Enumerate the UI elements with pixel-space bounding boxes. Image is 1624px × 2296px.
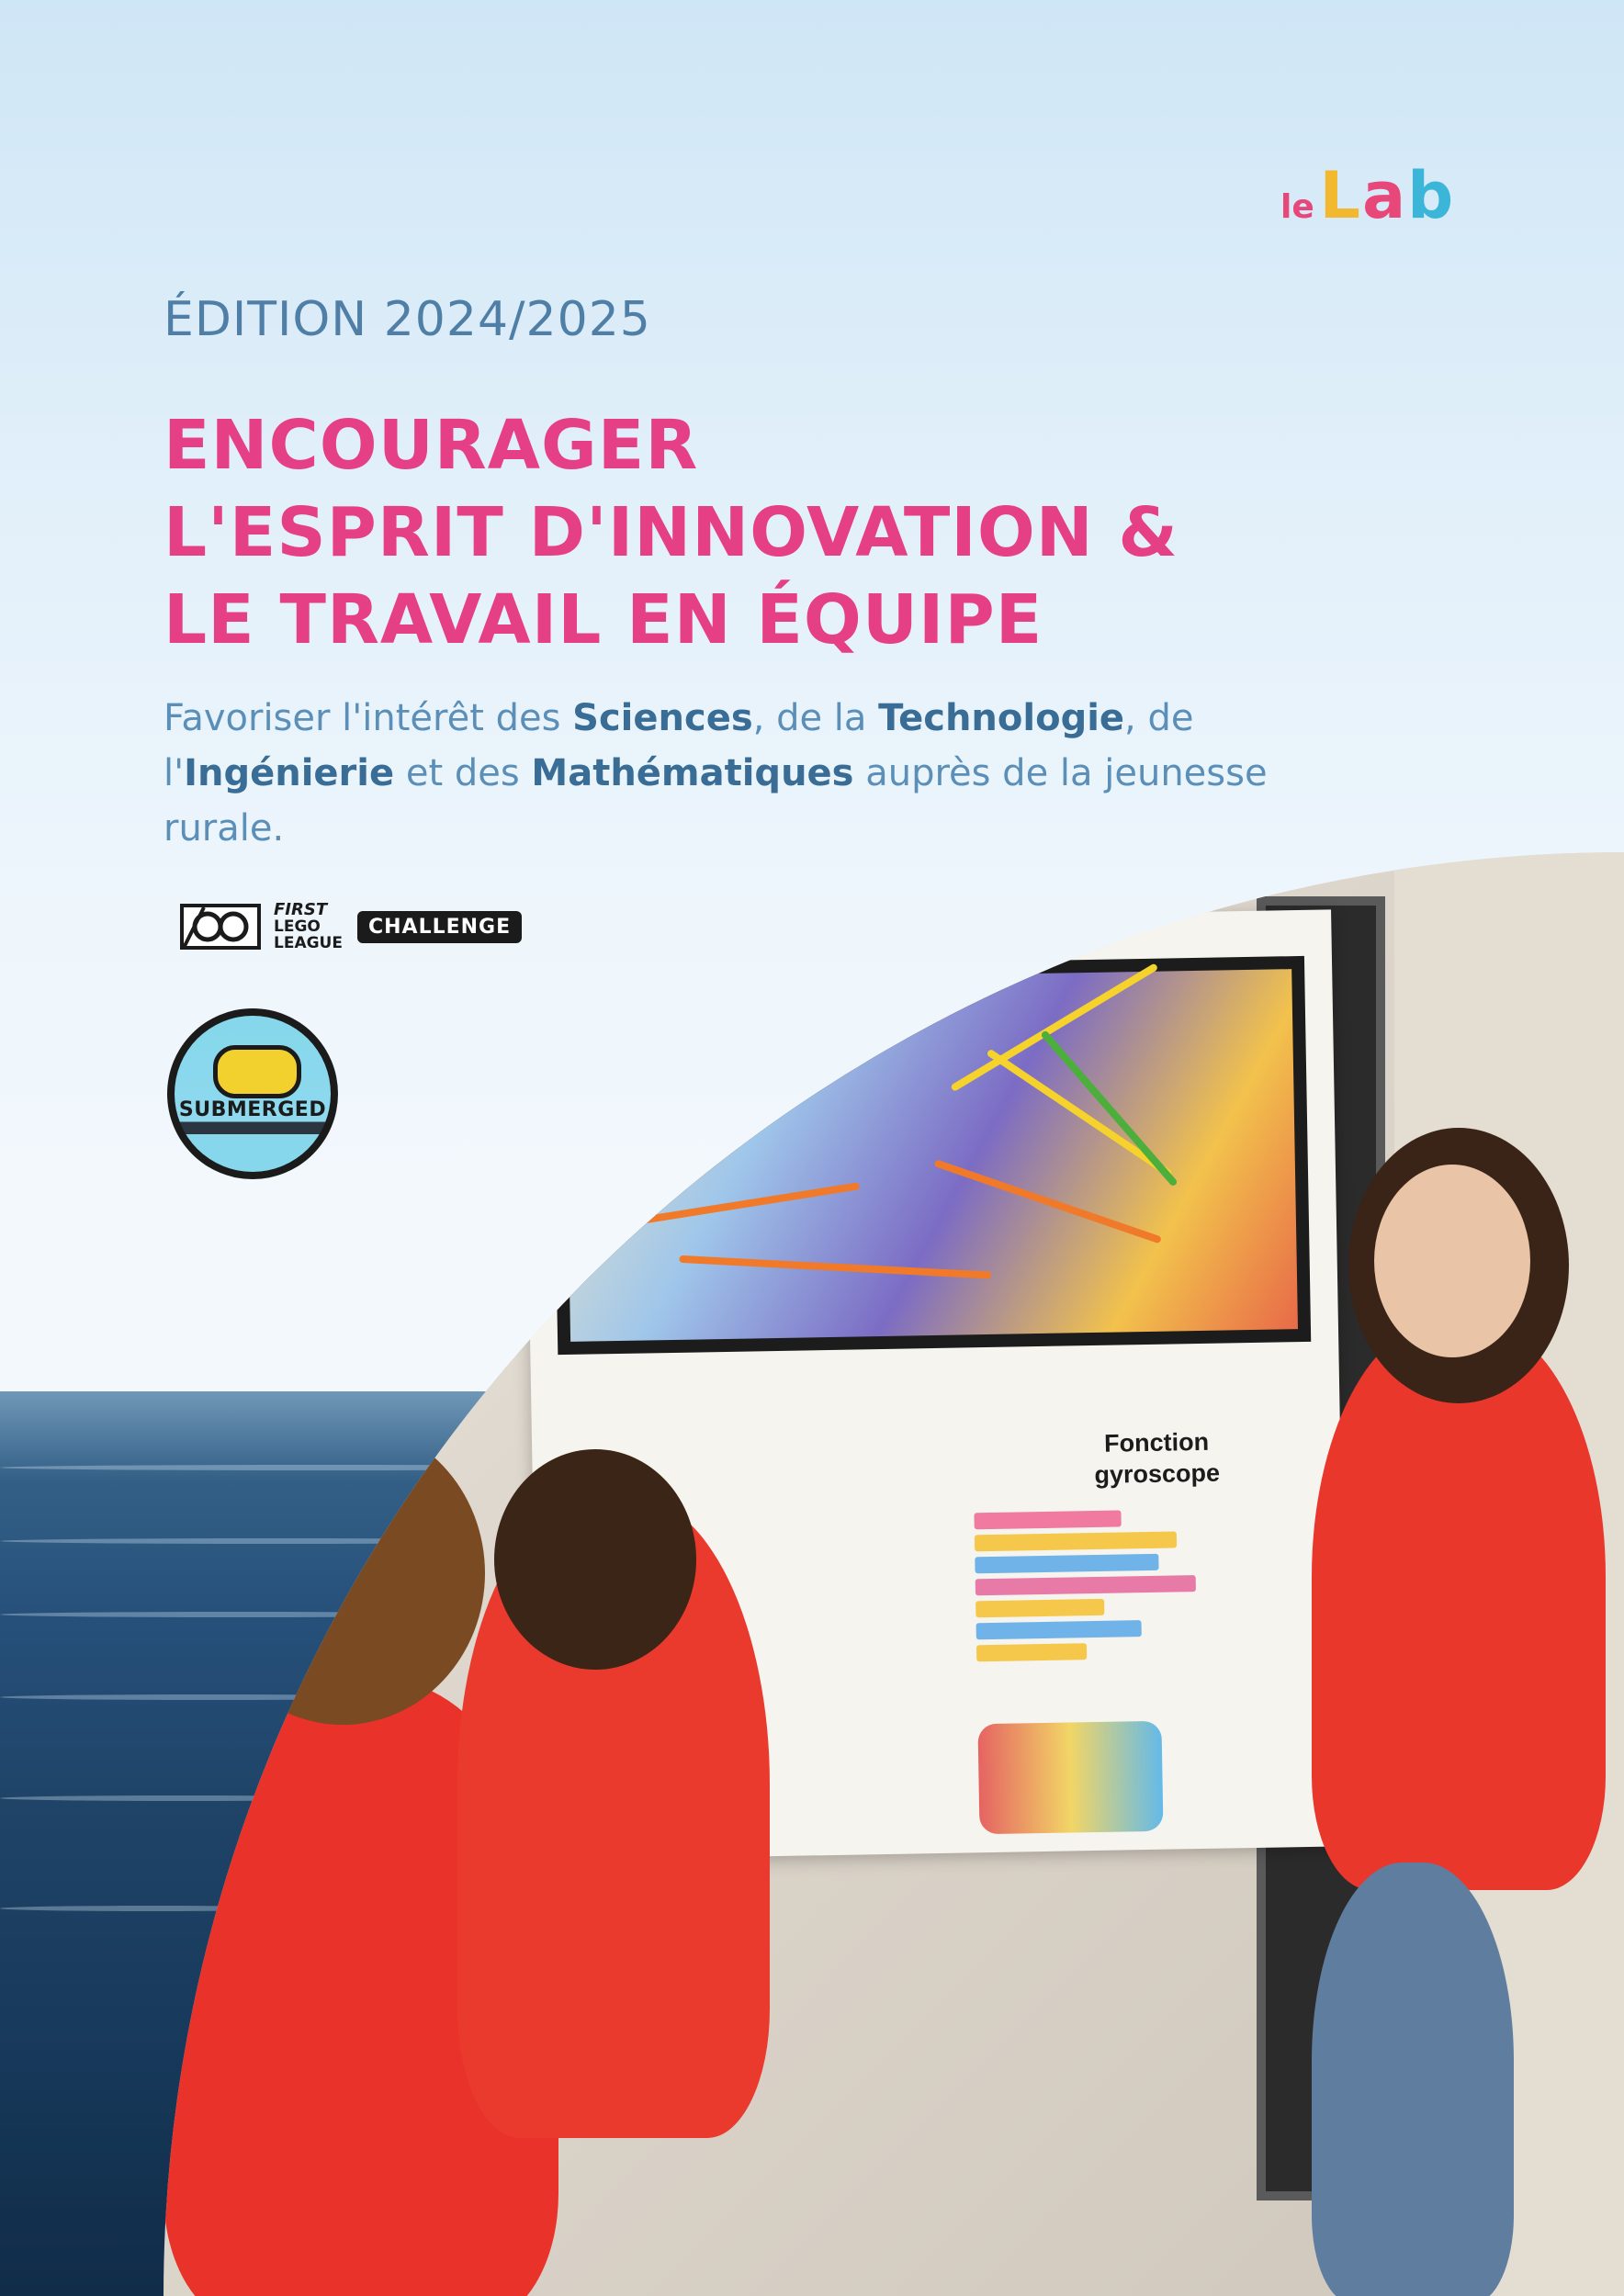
child-3 (1312, 1321, 1606, 1890)
first-lego-league-challenge-logo: FIRST LEGO LEAGUE CHALLENGE (176, 898, 523, 955)
cover-page: Fonction gyroscope le Lab ÉDITION 2024/2… (0, 0, 1624, 2296)
badge-label: SUBMERGED (178, 1098, 327, 1121)
code-blocks (974, 1509, 1215, 1668)
le-lab-logo: le Lab (1280, 158, 1456, 233)
submerged-badge: SUBMERGED (167, 1008, 338, 1179)
headline: ENCOURAGER L'ESPRIT D'INNOVATION & LE TR… (164, 402, 1179, 664)
poster-title: Fonction gyroscope (1094, 1427, 1221, 1489)
intro-text: Favoriser l'intérêt des Sciences, de la … (164, 697, 1268, 850)
robot-game-mat-screen (551, 955, 1312, 1356)
headline-line-2: L'ESPRIT D'INNOVATION & (164, 493, 1179, 572)
team-photo: Fonction gyroscope (164, 852, 1624, 2296)
challenge-tag: CHALLENGE (356, 910, 523, 943)
spike-robot (977, 1720, 1164, 1835)
headline-line-3: LE TRAVAIL EN ÉQUIPE (164, 580, 1043, 659)
first-logo-icon (180, 904, 261, 950)
submarine-icon (213, 1045, 301, 1098)
headline-line-1: ENCOURAGER (164, 406, 699, 485)
edition-label: ÉDITION 2024/2025 (164, 292, 651, 347)
